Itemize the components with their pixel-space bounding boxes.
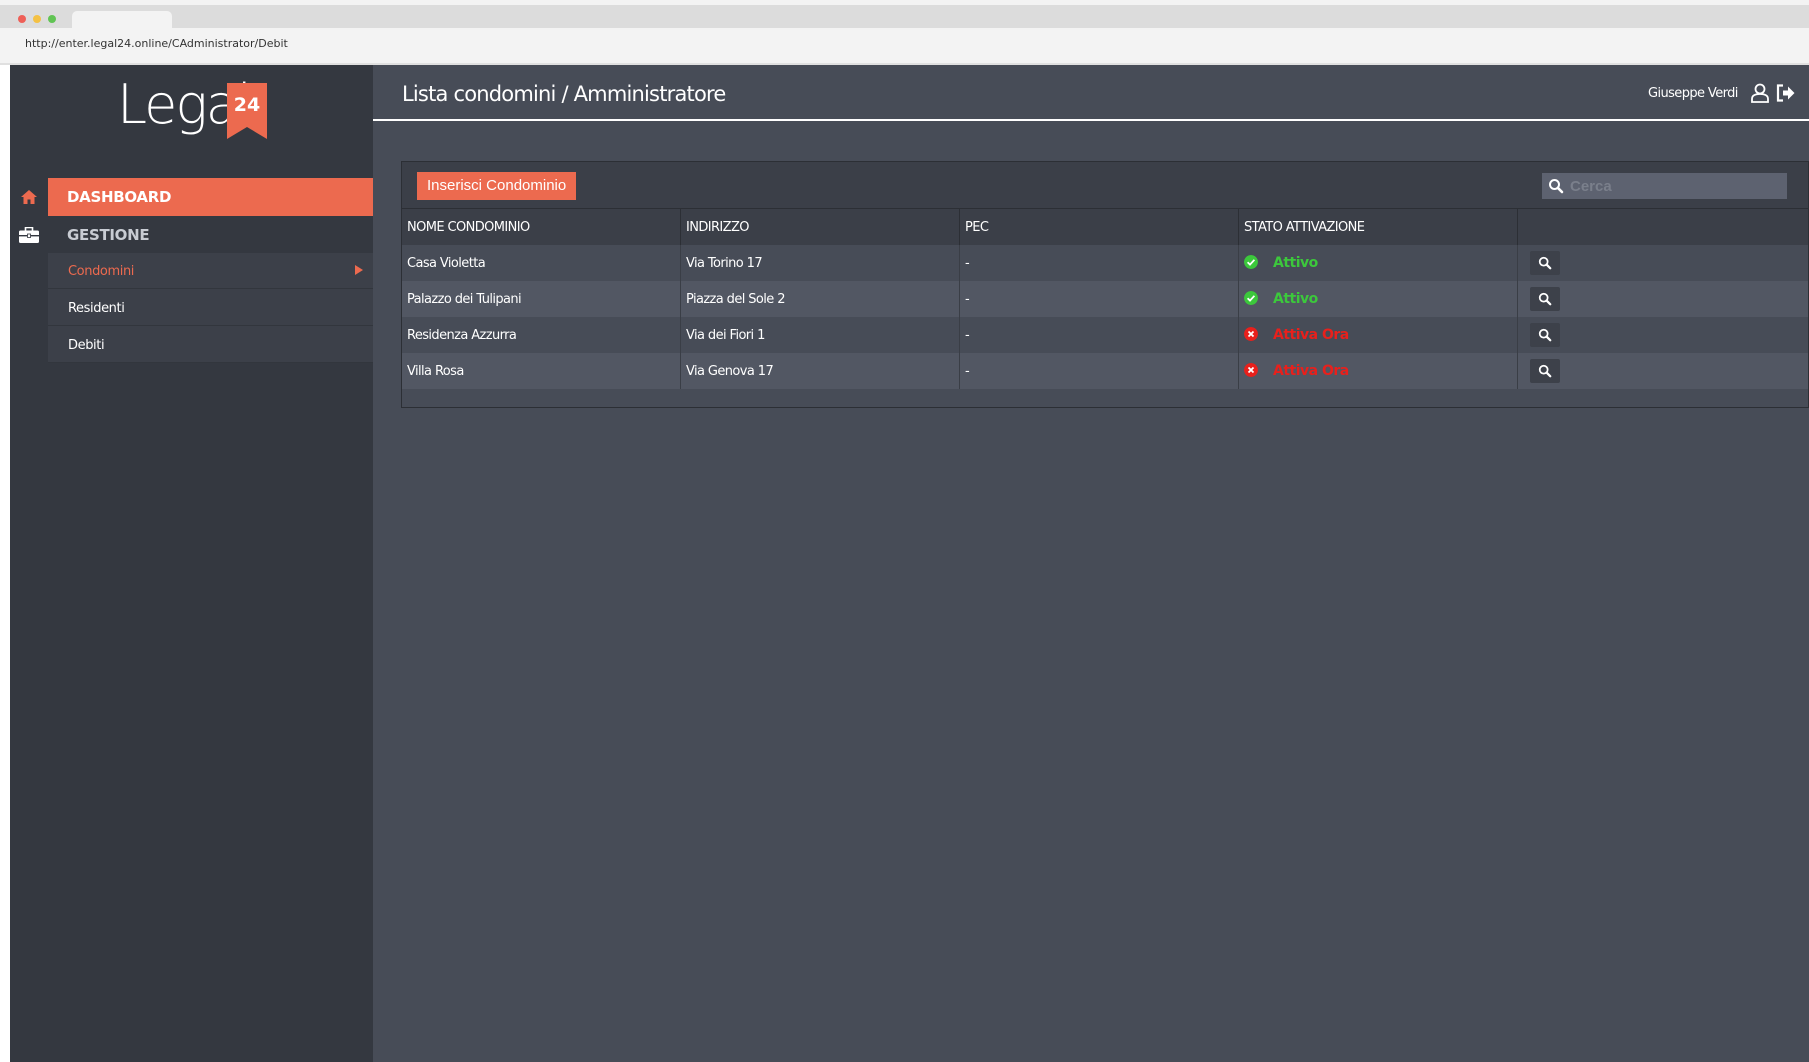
logout-icon[interactable] [1776,84,1795,102]
column-header-label: PEC [965,220,989,235]
column-header-label: NOME CONDOMINIO [407,220,530,235]
sidebar-item-label: GESTIONE [67,226,150,244]
check-circle-icon [1244,255,1258,269]
home-icon [10,178,48,216]
column-header-pec[interactable]: PEC [960,209,1239,246]
view-button[interactable] [1530,359,1560,383]
minimize-window-button[interactable] [33,15,41,23]
insert-condominio-button[interactable]: Inserisci Condominio [417,172,577,200]
cell-text: Villa Rosa [407,364,464,379]
magnifier-icon [1538,328,1552,342]
cell-nome: Residenza Azzurra [402,317,681,353]
sidebar-item-label: Condomini [68,264,135,279]
column-header-label: STATO ATTIVAZIONE [1244,220,1365,235]
user-icon[interactable] [1751,83,1769,103]
sidebar-item-condomini[interactable]: Condomini [48,253,373,289]
briefcase-icon [10,216,48,253]
magnifier-icon [1538,364,1552,378]
browser-tab[interactable] [72,11,172,28]
column-header-label: INDIRIZZO [686,220,750,235]
table-row[interactable]: Casa Violetta Via Torino 17 - Attivo [402,245,1808,281]
page-title: Lista condomini / Amministratore [402,82,726,106]
sidebar-gutter [10,253,48,363]
column-header-actions [1518,209,1808,246]
cell-text: - [965,256,970,271]
magnifier-icon [1538,292,1552,306]
address-bar[interactable]: http://enter.legal24.online/CAdministrat… [25,37,288,50]
cell-actions [1518,281,1808,317]
condomini-panel: Inserisci Condominio NOME CONDOMINIO IND… [401,161,1809,408]
table-row[interactable]: Villa Rosa Via Genova 17 - Attiva Ora [402,353,1808,389]
cell-text: Piazza del Sole 2 [686,292,786,307]
sidebar-item-dashboard[interactable]: DASHBOARD [10,178,373,216]
cell-indirizzo: Via Genova 17 [681,353,960,389]
sidebar-item-label: DASHBOARD [67,188,172,206]
cell-text: Via Torino 17 [686,256,763,271]
table-row[interactable]: Palazzo dei Tulipani Piazza del Sole 2 -… [402,281,1808,317]
user-name[interactable]: Giuseppe Verdi [1648,86,1738,101]
view-button[interactable] [1530,251,1560,275]
view-button[interactable] [1530,287,1560,311]
sidebar-item-debiti[interactable]: Debiti [48,327,373,363]
arrow-right-icon [355,265,363,275]
view-button[interactable] [1530,323,1560,347]
app-window: Legal 24 DASHBOARD GESTIONE Condomini Re… [10,65,1809,1062]
cell-actions [1518,353,1808,389]
cell-indirizzo: Via Torino 17 [681,245,960,281]
cell-stato: Attiva Ora [1239,317,1518,353]
cell-stato: Attivo [1239,245,1518,281]
status-text: Attivo [1273,291,1318,307]
error-circle-icon [1244,327,1258,341]
cell-text: - [965,364,970,379]
cell-text: Residenza Azzurra [407,328,517,343]
cell-text: Palazzo dei Tulipani [407,292,522,307]
table-row[interactable]: Residenza Azzurra Via dei Fiori 1 - Atti… [402,317,1808,353]
sidebar-item-label: Residenti [68,301,125,316]
cell-pec: - [960,281,1239,317]
cell-text: Via dei Fiori 1 [686,328,765,343]
column-header-indirizzo[interactable]: INDIRIZZO [681,209,960,246]
cell-text: Casa Violetta [407,256,486,271]
status-text: Attiva Ora [1273,327,1349,343]
cell-pec: - [960,353,1239,389]
cell-actions [1518,245,1808,281]
column-header-stato[interactable]: STATO ATTIVAZIONE [1239,209,1518,246]
cell-nome: Palazzo dei Tulipani [402,281,681,317]
panel-toolbar: Inserisci Condominio [402,162,1808,208]
cell-nome: Villa Rosa [402,353,681,389]
sidebar-item-label: Debiti [68,338,105,353]
logo-badge: 24 [227,83,267,139]
search-input[interactable] [1570,173,1780,199]
table-header: NOME CONDOMINIO INDIRIZZO PEC STATO ATTI… [402,208,1808,246]
page-header: Lista condomini / Amministratore Giusepp… [373,65,1809,121]
sidebar: Legal 24 DASHBOARD GESTIONE Condomini Re… [10,65,373,1062]
cell-actions [1518,317,1808,353]
cell-nome: Casa Violetta [402,245,681,281]
cell-pec: - [960,245,1239,281]
cell-indirizzo: Via dei Fiori 1 [681,317,960,353]
browser-tab-bar [0,5,1809,28]
error-circle-icon [1244,363,1258,377]
search-box[interactable] [1542,173,1787,199]
magnifier-icon [1538,256,1552,270]
sidebar-item-residenti[interactable]: Residenti [48,290,373,326]
cell-stato: Attiva Ora [1239,353,1518,389]
status-text: Attiva Ora [1273,363,1349,379]
sidebar-item-gestione[interactable]: GESTIONE [10,216,373,253]
cell-text: - [965,292,970,307]
column-header-nome[interactable]: NOME CONDOMINIO [402,209,681,246]
maximize-window-button[interactable] [48,15,56,23]
status-text: Attivo [1273,255,1318,271]
check-circle-icon [1244,291,1258,305]
search-icon [1549,179,1564,194]
submenu-gestione: Condomini Residenti Debiti [48,253,373,363]
cell-stato: Attivo [1239,281,1518,317]
close-window-button[interactable] [18,15,26,23]
cell-text: Via Genova 17 [686,364,774,379]
cell-indirizzo: Piazza del Sole 2 [681,281,960,317]
cell-text: - [965,328,970,343]
browser-chrome: http://enter.legal24.online/CAdministrat… [0,0,1809,65]
logo-badge-number: 24 [234,94,260,116]
cell-pec: - [960,317,1239,353]
